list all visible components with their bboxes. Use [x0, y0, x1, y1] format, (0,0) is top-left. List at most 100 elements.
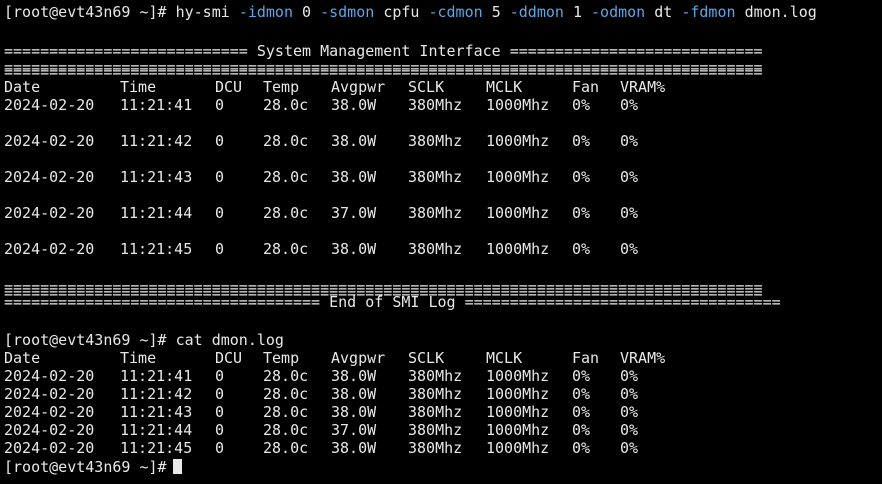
cell-col-time: 11:21:41 [120, 96, 193, 114]
prompt: [root@evt43n69 ~]# [4, 458, 167, 476]
header-col-time: Time [120, 349, 157, 367]
cell-col-temp: 28.0c [263, 367, 309, 385]
cell-col-sclk: 380Mhz [408, 403, 463, 421]
cell-col-temp: 28.0c [263, 204, 309, 222]
prompt: [root@evt43n69 ~]# [4, 3, 167, 21]
cell-col-sclk: 380Mhz [408, 132, 463, 150]
cell-col-dcu: 0 [215, 421, 225, 439]
header-col-fan: Fan [572, 349, 600, 367]
cell-col-date: 2024-02-20 [4, 168, 95, 186]
command-line-3[interactable]: [root@evt43n69 ~]# [4, 458, 182, 476]
cell-col-time: 11:21:44 [120, 204, 193, 222]
cell-col-temp: 28.0c [263, 421, 309, 439]
cell-col-fan: 0% [572, 240, 591, 258]
command-line-2: [root@evt43n69 ~]# cat dmon.log [4, 331, 284, 349]
cell-col-fan: 0% [572, 168, 591, 186]
cell-col-sclk: 380Mhz [408, 96, 463, 114]
cell-col-date: 2024-02-20 [4, 403, 95, 421]
command-arg: dt [654, 3, 673, 21]
cell-col-date: 2024-02-20 [4, 367, 95, 385]
cell-col-sclk: 380Mhz [408, 439, 463, 457]
cell-col-mclk: 1000Mhz [486, 168, 550, 186]
command-arg: 5 [491, 3, 501, 21]
command-arg: 0 [302, 3, 312, 21]
cell-col-temp: 28.0c [263, 240, 309, 258]
cell-col-dcu: 0 [215, 204, 225, 222]
cell-col-sclk: 380Mhz [408, 367, 463, 385]
header-col-vram: VRAM% [620, 349, 666, 367]
cell-col-avgpwr: 38.0W [331, 403, 377, 421]
header-col-temp: Temp [263, 349, 300, 367]
cell-col-vram: 0% [620, 421, 639, 439]
command-arg: 1 [572, 3, 582, 21]
cell-col-sclk: 380Mhz [408, 421, 463, 439]
cell-col-dcu: 0 [215, 385, 225, 403]
cell-col-dcu: 0 [215, 240, 225, 258]
command-arg: hy-smi [175, 3, 230, 21]
command-flag: -cdmon [428, 3, 483, 21]
cell-col-mclk: 1000Mhz [486, 421, 550, 439]
command-arg: dmon.log [744, 3, 817, 21]
cell-col-temp: 28.0c [263, 168, 309, 186]
smi-end-line: =================================== End … [4, 293, 781, 311]
text-cursor [172, 459, 182, 474]
header-col-avgpwr: Avgpwr [331, 78, 386, 96]
cell-col-vram: 0% [620, 96, 639, 114]
terminal-window[interactable]: [root@evt43n69 ~]# hy-smi -idmon 0 -sdmo… [0, 0, 882, 484]
cell-col-vram: 0% [620, 403, 639, 421]
cell-col-date: 2024-02-20 [4, 385, 95, 403]
cell-col-avgpwr: 37.0W [331, 204, 377, 222]
cell-col-fan: 0% [572, 421, 591, 439]
cell-col-time: 11:21:42 [120, 132, 193, 150]
cell-col-time: 11:21:43 [120, 403, 193, 421]
header-col-mclk: MCLK [486, 78, 523, 96]
header-col-avgpwr: Avgpwr [331, 349, 386, 367]
cell-col-vram: 0% [620, 204, 639, 222]
header-col-sclk: SCLK [408, 78, 445, 96]
cell-col-dcu: 0 [215, 439, 225, 457]
header-col-date: Date [4, 78, 41, 96]
command-flag: -ddmon [509, 3, 564, 21]
header-col-date: Date [4, 349, 41, 367]
cell-col-mclk: 1000Mhz [486, 385, 550, 403]
header-col-sclk: SCLK [408, 349, 445, 367]
cell-col-time: 11:21:42 [120, 385, 193, 403]
cell-col-avgpwr: 38.0W [331, 96, 377, 114]
cell-col-avgpwr: 38.0W [331, 439, 377, 457]
cell-col-date: 2024-02-20 [4, 240, 95, 258]
header-col-mclk: MCLK [486, 349, 523, 367]
cell-col-avgpwr: 38.0W [331, 132, 377, 150]
cell-col-avgpwr: 38.0W [331, 367, 377, 385]
prompt: [root@evt43n69 ~]# [4, 331, 167, 349]
command-text: hy-smi -idmon 0 -sdmon cpfu -cdmon 5 -dd… [176, 3, 817, 21]
cell-col-time: 11:21:45 [120, 439, 193, 457]
cell-col-time: 11:21:41 [120, 367, 193, 385]
cell-col-temp: 28.0c [263, 385, 309, 403]
cell-col-date: 2024-02-20 [4, 132, 95, 150]
cell-col-vram: 0% [620, 240, 639, 258]
cell-col-date: 2024-02-20 [4, 96, 95, 114]
command-flag: -fdmon [681, 3, 736, 21]
command-line-1: [root@evt43n69 ~]# hy-smi -idmon 0 -sdmo… [4, 3, 817, 21]
cell-col-date: 2024-02-20 [4, 204, 95, 222]
cell-col-mclk: 1000Mhz [486, 240, 550, 258]
cell-col-mclk: 1000Mhz [486, 132, 550, 150]
header-col-dcu: DCU [215, 349, 243, 367]
cell-col-mclk: 1000Mhz [486, 96, 550, 114]
cell-col-sclk: 380Mhz [408, 385, 463, 403]
cell-col-avgpwr: 38.0W [331, 385, 377, 403]
cell-col-temp: 28.0c [263, 96, 309, 114]
header-col-temp: Temp [263, 78, 300, 96]
cell-col-fan: 0% [572, 367, 591, 385]
cell-col-sclk: 380Mhz [408, 204, 463, 222]
header-col-vram: VRAM% [620, 78, 666, 96]
cell-col-sclk: 380Mhz [408, 168, 463, 186]
header-col-time: Time [120, 78, 157, 96]
cell-col-dcu: 0 [215, 96, 225, 114]
cell-col-fan: 0% [572, 204, 591, 222]
cell-col-time: 11:21:45 [120, 240, 193, 258]
cell-col-fan: 0% [572, 439, 591, 457]
cell-col-vram: 0% [620, 439, 639, 457]
cell-col-dcu: 0 [215, 367, 225, 385]
cell-col-avgpwr: 38.0W [331, 168, 377, 186]
